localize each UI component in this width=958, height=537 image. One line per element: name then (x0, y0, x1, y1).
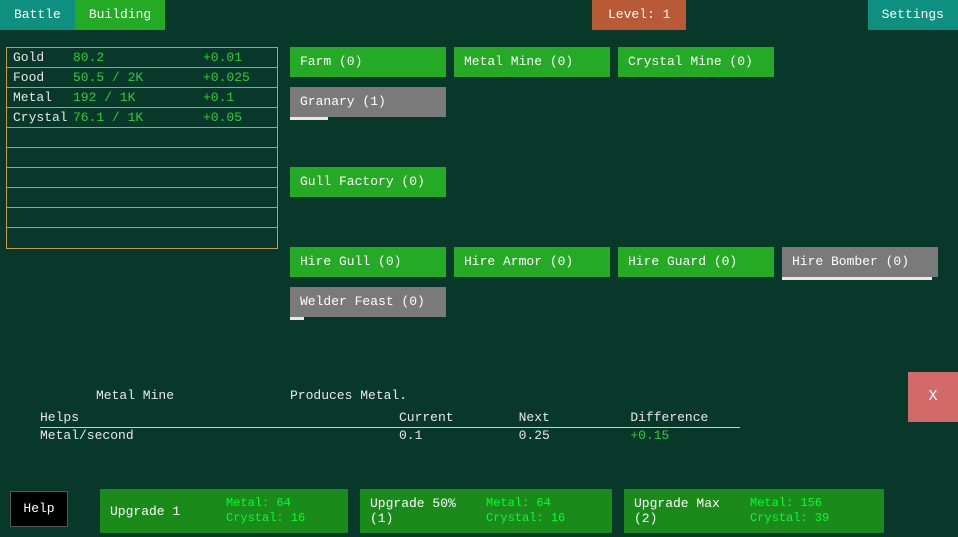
resource-row-empty (7, 168, 277, 188)
resource-rate: +0.01 (203, 48, 271, 67)
building-button[interactable]: Farm (0) (290, 47, 446, 77)
building-label: Crystal Mine (0) (628, 54, 753, 69)
detail-header-current: Current (399, 410, 519, 425)
building-button[interactable]: Gull Factory (0) (290, 167, 446, 197)
building-label: Gull Factory (0) (300, 174, 425, 189)
upgrade-label: Upgrade 50% (1) (370, 496, 486, 526)
resource-name: Crystal (13, 108, 73, 127)
building-label: Hire Bomber (0) (792, 254, 909, 269)
level-indicator: Level: 1 (592, 0, 686, 30)
upgrade-button[interactable]: Upgrade 50% (1)Metal: 64Crystal: 16 (360, 489, 612, 533)
tab-building[interactable]: Building (75, 0, 165, 30)
upgrade-cost: Metal: 64Crystal: 16 (486, 496, 565, 526)
detail-stat-diff: +0.15 (630, 428, 740, 443)
building-label: Hire Gull (0) (300, 254, 401, 269)
resource-row-empty (7, 128, 277, 148)
resource-value: 80.2 (73, 48, 203, 67)
detail-stat-name: Metal/second (40, 428, 399, 443)
resource-name: Metal (13, 88, 73, 107)
upgrade-cost: Metal: 156Crystal: 39 (750, 496, 829, 526)
resource-value: 76.1 / 1K (73, 108, 203, 127)
resource-value: 50.5 / 2K (73, 68, 203, 87)
building-label: Farm (0) (300, 54, 362, 69)
detail-stat-next: 0.25 (519, 428, 631, 443)
detail-title: Metal Mine (96, 388, 174, 403)
building-button[interactable]: Hire Armor (0) (454, 247, 610, 277)
settings-button[interactable]: Settings (868, 0, 958, 30)
progress-bar (782, 277, 932, 280)
building-button[interactable]: Hire Guard (0) (618, 247, 774, 277)
upgrade-cost: Metal: 64Crystal: 16 (226, 496, 305, 526)
building-button[interactable]: Hire Gull (0) (290, 247, 446, 277)
building-label: Hire Guard (0) (628, 254, 737, 269)
detail-stat-current: 0.1 (399, 428, 519, 443)
resource-name: Gold (13, 48, 73, 67)
upgrade-button[interactable]: Upgrade Max (2)Metal: 156Crystal: 39 (624, 489, 884, 533)
resource-row: Metal 192 / 1K +0.1 (7, 88, 277, 108)
upgrade-label: Upgrade Max (2) (634, 496, 750, 526)
detail-header-helps: Helps (40, 410, 399, 425)
building-button[interactable]: Crystal Mine (0) (618, 47, 774, 77)
help-button[interactable]: Help (10, 491, 68, 527)
resource-row-empty (7, 188, 277, 208)
resource-row: Gold 80.2 +0.01 (7, 48, 277, 68)
resource-rate: +0.025 (203, 68, 271, 87)
detail-description: Produces Metal. (290, 388, 407, 403)
detail-header-diff: Difference (630, 410, 740, 425)
resource-value: 192 / 1K (73, 88, 203, 107)
resource-row-empty (7, 148, 277, 168)
building-button[interactable]: Metal Mine (0) (454, 47, 610, 77)
resource-row: Food 50.5 / 2K +0.025 (7, 68, 277, 88)
building-button[interactable]: Granary (1) (290, 87, 446, 117)
progress-bar (290, 317, 304, 320)
resource-row-empty (7, 228, 277, 248)
resource-name: Food (13, 68, 73, 87)
resource-panel: Gold 80.2 +0.01 Food 50.5 / 2K +0.025 Me… (6, 47, 278, 249)
upgrade-button[interactable]: Upgrade 1Metal: 64Crystal: 16 (100, 489, 348, 533)
building-label: Metal Mine (0) (464, 54, 573, 69)
resource-row-empty (7, 208, 277, 228)
building-label: Hire Armor (0) (464, 254, 573, 269)
tab-battle[interactable]: Battle (0, 0, 75, 30)
progress-bar (290, 117, 328, 120)
building-label: Granary (1) (300, 94, 386, 109)
close-button[interactable]: X (908, 372, 958, 422)
detail-header-next: Next (519, 410, 631, 425)
resource-rate: +0.05 (203, 108, 271, 127)
building-button[interactable]: Hire Bomber (0) (782, 247, 938, 277)
building-button[interactable]: Welder Feast (0) (290, 287, 446, 317)
resource-rate: +0.1 (203, 88, 271, 107)
resource-row: Crystal 76.1 / 1K +0.05 (7, 108, 277, 128)
upgrade-label: Upgrade 1 (110, 504, 226, 519)
building-label: Welder Feast (0) (300, 294, 425, 309)
